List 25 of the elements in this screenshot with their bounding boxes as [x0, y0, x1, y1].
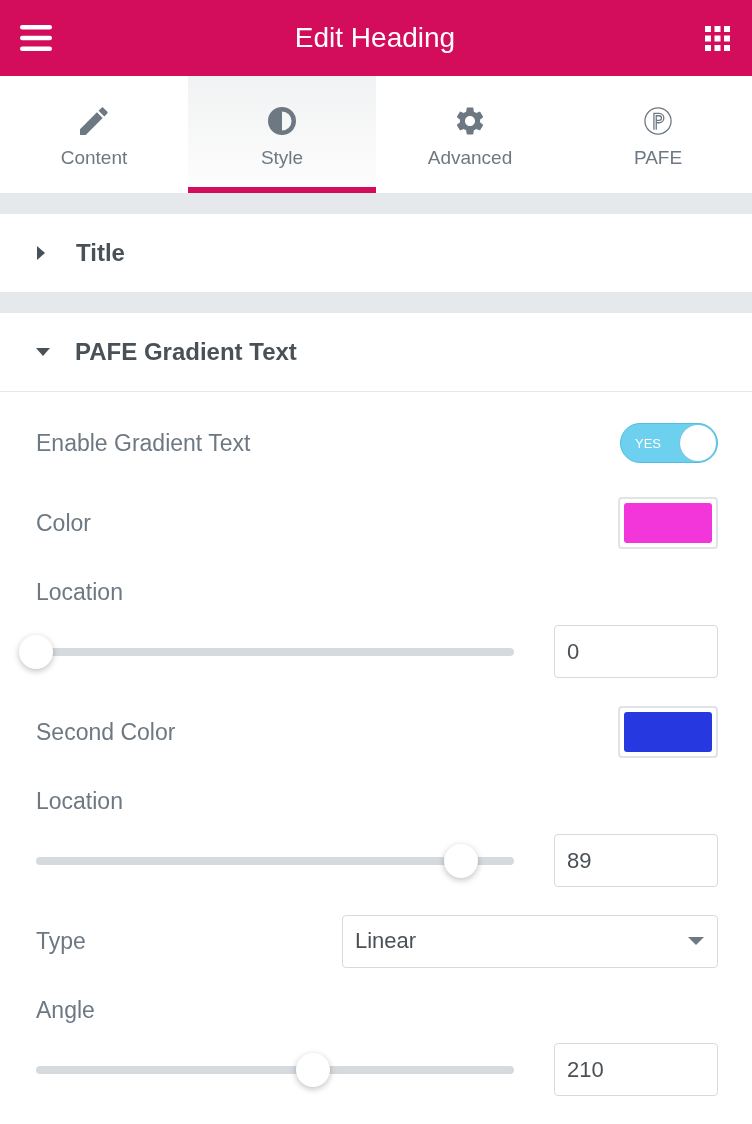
- slider-thumb[interactable]: [296, 1052, 331, 1087]
- menu-icon[interactable]: [20, 25, 52, 51]
- color-picker[interactable]: [618, 706, 718, 758]
- settings-icon: [456, 107, 484, 135]
- slider-thumb[interactable]: [444, 843, 479, 878]
- control-label: Type: [36, 927, 86, 956]
- contrast-icon: [268, 107, 296, 135]
- grid-icon[interactable]: [705, 25, 730, 51]
- number-input[interactable]: 89: [554, 834, 718, 887]
- caret-down-icon: [688, 937, 704, 945]
- p-circle-icon: [644, 107, 672, 135]
- slider-thumb[interactable]: [19, 634, 53, 669]
- control-label: Color: [36, 509, 91, 538]
- panel-title: Edit Heading: [294, 21, 456, 55]
- select-dropdown[interactable]: Linear: [342, 914, 718, 968]
- control-label: Angle: [36, 996, 95, 1025]
- number-input[interactable]: 210: [554, 1043, 718, 1096]
- color-picker[interactable]: [618, 497, 718, 549]
- pencil-icon: [80, 107, 108, 135]
- tab[interactable]: Style: [188, 76, 376, 193]
- control-label: Second Color: [36, 718, 176, 747]
- number-input[interactable]: 0: [554, 625, 718, 678]
- control-label: Location: [36, 578, 123, 607]
- control-label: Enable Gradient Text: [36, 429, 251, 458]
- control-label: Location: [36, 787, 123, 816]
